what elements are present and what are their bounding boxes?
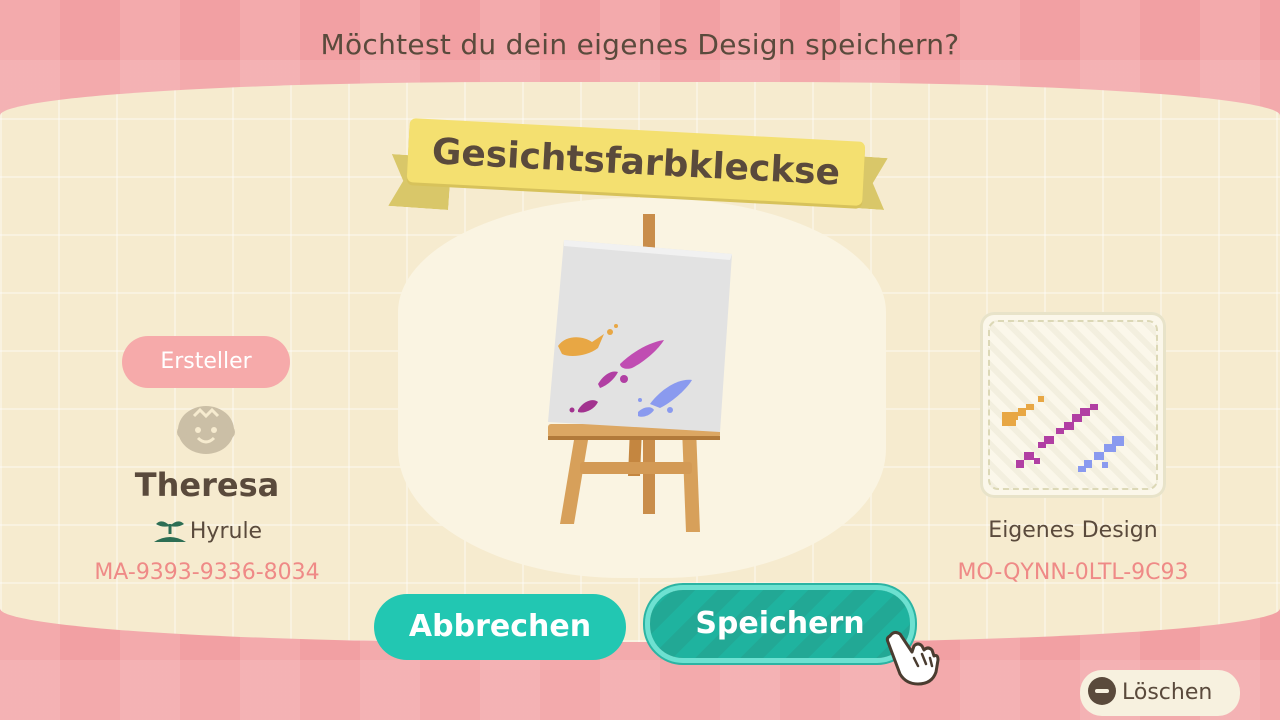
delete-button-hint[interactable]: Löschen: [1080, 670, 1240, 716]
save-button[interactable]: Speichern: [650, 590, 910, 658]
design-code: MO-QYNN-0LTL-9C93: [957, 560, 1189, 585]
creator-name: Theresa: [134, 466, 280, 504]
island-sprout-icon: [153, 521, 186, 542]
minus-button-icon: [1088, 677, 1116, 705]
design-type: Eigenes Design: [988, 518, 1158, 543]
creator-code: MA-9393-9336-8034: [94, 560, 320, 585]
delete-label: Löschen: [1122, 680, 1213, 705]
dialog-question: Möchtest du dein eigenes Design speicher…: [320, 28, 960, 61]
design-title-banner: Gesichtsfarbkleckse: [408, 118, 864, 208]
creator-island: Hyrule: [80, 518, 334, 544]
cancel-button[interactable]: Abbrechen: [374, 594, 626, 660]
creator-tag: Ersteller: [122, 336, 290, 388]
creator-island-name: Hyrule: [189, 519, 263, 544]
pattern-thumbnail: [980, 312, 1166, 498]
hand-cursor-icon: [885, 630, 940, 686]
easel-canvas-preview: [548, 214, 732, 532]
villager-face-icon: [177, 406, 235, 454]
pixel-pattern: [1002, 396, 1124, 472]
